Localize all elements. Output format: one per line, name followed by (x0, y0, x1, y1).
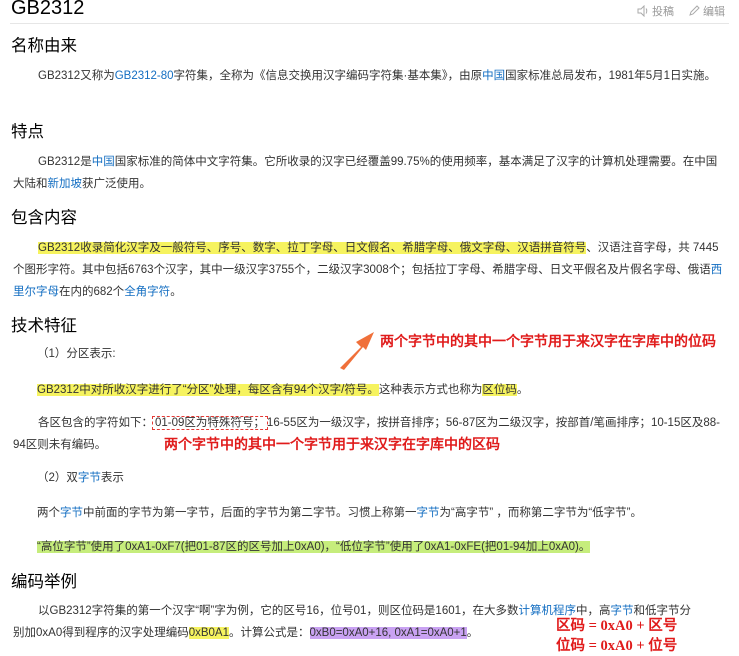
heading-tech: 技术特征 (11, 317, 77, 335)
paragraph-features: GB2312是中国国家标准的简体中文字符集。它所收录的汉字已经覆盖99.75%的… (13, 156, 718, 190)
link-byte-2[interactable]: 字节 (60, 507, 83, 519)
subheading-area: （1）分区表示: (37, 348, 116, 360)
heading-example: 编码举例 (11, 573, 77, 591)
heading-contents: 包含内容 (11, 209, 77, 227)
edit-button[interactable]: 编辑 (688, 3, 725, 19)
annotation-position-code: 两个字节中的其中一个字节用于来汉字在字库中的位码 (380, 335, 716, 350)
speaker-icon (637, 5, 648, 17)
upload-button[interactable]: 投稿 (637, 3, 674, 19)
link-fullwidth[interactable]: 全角字符 (124, 286, 170, 298)
link-china[interactable]: 中国 (482, 70, 505, 82)
highlight-contents: GB2312收录简化汉字及一般符号、序号、数字、拉丁字母、日文假名、希腊字母、俄… (38, 242, 587, 254)
highlight-formula: 0xB0=0xA0+16, 0xA1=0xA0+1 (309, 627, 467, 639)
pencil-icon (689, 5, 700, 16)
highlight-partition: GB2312中对所收汉字进行了“分区”处理，每区含有94个汉字/符号。 (37, 384, 379, 396)
arrow-icon (340, 332, 374, 370)
paragraph-byte-ranges: “高位字节”使用了0xA1-0xF7(把01-87区的区号加上0xA0)，“低位… (37, 536, 727, 558)
edit-label: 编辑 (703, 6, 725, 18)
page-title: GB2312 (11, 0, 85, 19)
dashed-box-special-symbols: 01-09区为特殊符号； (152, 416, 268, 430)
paragraph-contents: GB2312收录简化汉字及一般符号、序号、数字、拉丁字母、日文假名、希腊字母、俄… (13, 242, 723, 298)
link-gb2312-80[interactable]: GB2312-80 (115, 70, 174, 82)
link-byte-3[interactable]: 字节 (417, 507, 440, 519)
link-byte[interactable]: 字节 (78, 472, 101, 484)
heading-name-origin: 名称由来 (11, 37, 77, 55)
heading-features: 特点 (11, 123, 44, 141)
annotation-area-code: 两个字节中的其中一个字节用于来汉字在字库中的区码 (164, 438, 500, 453)
title-divider (10, 23, 729, 24)
paragraph-byte-order: 两个字节中前面的字节为第一字节，后面的字节为第二字节。习惯上称第一字节为“高字节… (37, 507, 643, 519)
highlight-quwei: 区位码 (482, 384, 517, 396)
annotation-formula-position: 位码 = 0xA0 + 位号 (556, 638, 678, 654)
annotation-formula-area: 区码 = 0xA0 + 区号 (556, 618, 678, 634)
upload-label: 投稿 (652, 6, 674, 18)
highlight-code: 0xB0A1 (188, 627, 229, 639)
link-singapore[interactable]: 新加坡 (48, 178, 83, 190)
paragraph-name-origin: GB2312又称为GB2312-80字符集，全称为《信息交换用汉字编码字符集·基… (38, 70, 716, 82)
highlight-byte-ranges: “高位字节”使用了0xA1-0xF7(把01-87区的区号加上0xA0)，“低位… (37, 541, 591, 553)
toolbar: 投稿 编辑 (637, 3, 725, 19)
link-china-2[interactable]: 中国 (92, 156, 115, 168)
subheading-double-byte: （2）双字节表示 (37, 472, 124, 484)
paragraph-area-code: GB2312中对所收汉字进行了“分区”处理，每区含有94个汉字/符号。这种表示方… (37, 384, 529, 396)
